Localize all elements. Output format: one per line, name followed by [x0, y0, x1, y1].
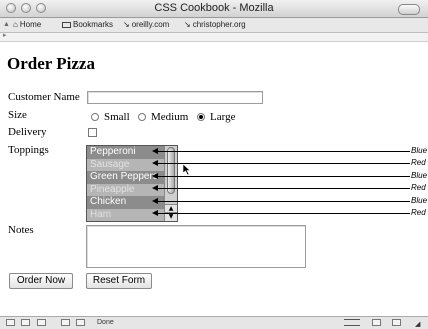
window-title: CSS Cookbook - Mozilla	[154, 2, 274, 14]
size-large-radio[interactable]	[197, 113, 205, 121]
delivery-label: Delivery	[8, 126, 47, 138]
mouse-cursor-icon	[183, 164, 191, 175]
size-small-label: Small	[104, 111, 130, 123]
annotation-arrow-line	[156, 188, 410, 189]
annotation-arrow-line	[156, 151, 410, 152]
navigator-icon[interactable]	[6, 319, 15, 326]
lock-icon	[392, 319, 401, 326]
connection-icon	[344, 319, 360, 326]
order-now-button[interactable]: Order Now	[9, 273, 73, 289]
window-titlebar: CSS Cookbook - Mozilla	[0, 0, 428, 18]
composer-icon[interactable]	[37, 319, 46, 326]
expand-sidebar-icon[interactable]: ▸	[3, 31, 7, 39]
annotation-arrowhead-icon	[152, 148, 158, 154]
notes-textarea[interactable]	[86, 225, 306, 268]
resize-grip-icon[interactable]: ◢	[415, 320, 420, 328]
sidebar-strip: ▸	[0, 31, 428, 42]
bookmark-link-christopher[interactable]: ↘ christopher.org	[184, 20, 246, 29]
annotation-arrow-line	[156, 213, 410, 214]
annotation-arrowhead-icon	[152, 210, 158, 216]
annotation-arrow-line	[156, 163, 410, 164]
annotation-label: Red	[411, 183, 426, 192]
annotation-label: Blue	[411, 146, 428, 155]
chat-icon[interactable]	[76, 319, 85, 326]
scrollbar-thumb[interactable]	[167, 147, 175, 194]
bookmark-link-label: oreilly.com	[131, 20, 170, 29]
status-text: Done	[97, 319, 114, 326]
security-icon	[372, 319, 381, 326]
link-icon: ↘	[184, 20, 191, 29]
size-option-large[interactable]: Large	[197, 111, 235, 123]
folder-icon	[62, 21, 71, 28]
annotation-arrowhead-icon	[152, 160, 158, 166]
bookmark-link-label: christopher.org	[192, 20, 246, 29]
annotation-arrowhead-icon	[152, 173, 158, 179]
home-label: Home	[19, 20, 42, 29]
toolbar-toggle-button[interactable]	[398, 4, 420, 15]
status-bar: Done ◢	[0, 316, 428, 329]
toppings-label: Toppings	[8, 144, 49, 156]
size-medium-label: Medium	[151, 111, 189, 123]
annotation-arrow-line	[156, 176, 410, 177]
home-icon: ⌂	[13, 20, 18, 29]
bookmark-link-oreilly[interactable]: ↘ oreilly.com	[123, 20, 169, 29]
annotation-arrowhead-icon	[152, 185, 158, 191]
listbox-scrollbar[interactable]: ▲ ▼	[164, 146, 177, 221]
delivery-checkbox[interactable]	[88, 128, 97, 137]
collapse-toolbar-icon[interactable]: ▲	[3, 21, 10, 28]
annotation-arrow-line	[156, 201, 410, 202]
size-option-medium[interactable]: Medium	[138, 111, 188, 123]
home-bookmark[interactable]: ⌂ Home	[13, 20, 41, 29]
size-small-radio[interactable]	[91, 113, 99, 121]
size-label: Size	[8, 109, 27, 121]
customer-name-input[interactable]	[87, 91, 263, 104]
page-title: Order Pizza	[7, 54, 95, 73]
annotation-label: Red	[411, 158, 426, 167]
address-book-icon[interactable]	[61, 319, 70, 326]
annotation-label: Red	[411, 208, 426, 217]
size-medium-radio[interactable]	[138, 113, 146, 121]
size-large-label: Large	[210, 111, 236, 123]
annotation-label: Blue	[411, 171, 428, 180]
customer-name-label: Customer Name	[8, 91, 80, 103]
bookmarks-menu[interactable]: Bookmarks	[62, 20, 113, 29]
mail-icon[interactable]	[21, 319, 30, 326]
link-icon: ↘	[123, 20, 130, 29]
annotation-arrowhead-icon	[152, 198, 158, 204]
notes-label: Notes	[8, 224, 34, 236]
personal-toolbar: ▲ ⌂ Home Bookmarks ↘ oreilly.com ↘ chris…	[0, 18, 428, 33]
annotation-label: Blue	[411, 196, 428, 205]
bookmarks-label: Bookmarks	[73, 20, 114, 29]
toppings-listbox[interactable]: Pepperoni Sausage Green Peppers Pineappl…	[86, 145, 178, 222]
reset-form-button[interactable]: Reset Form	[86, 273, 152, 289]
size-option-small[interactable]: Small	[91, 111, 130, 123]
